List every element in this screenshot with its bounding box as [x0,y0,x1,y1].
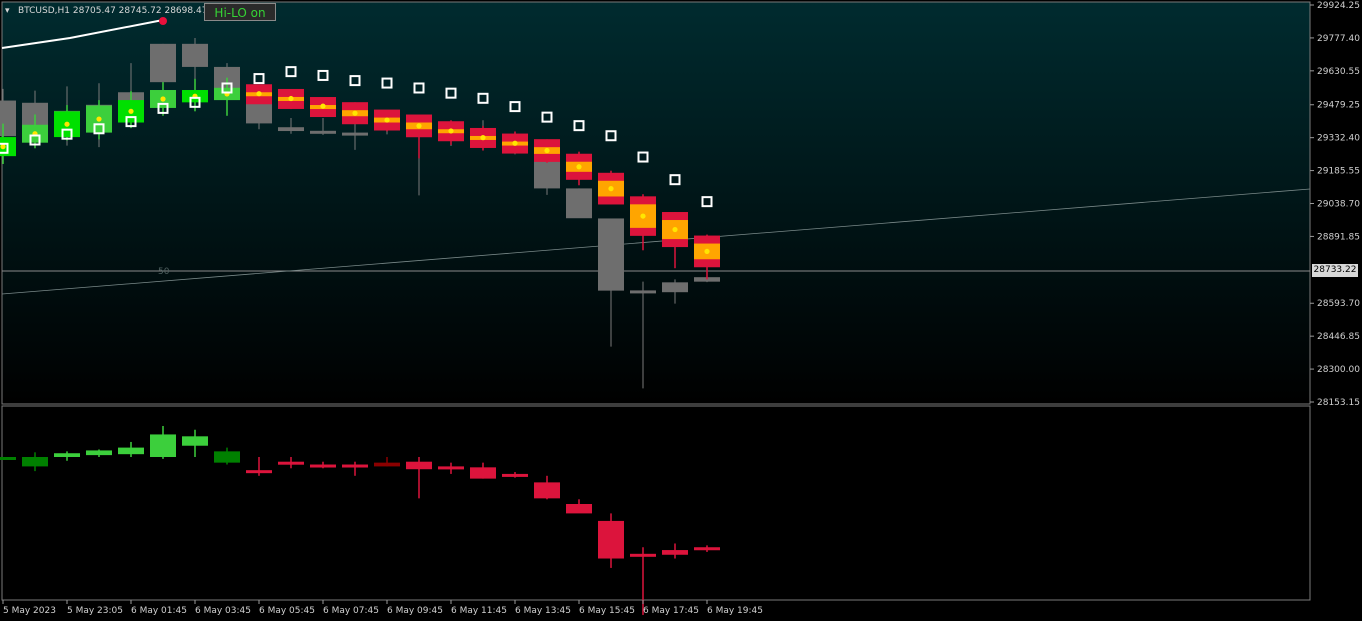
oscillator-bar [150,434,176,457]
oscillator-bar [630,553,656,557]
price-axis-label: 28891.85 [1317,232,1360,242]
price-candle [310,130,336,134]
time-axis-label: 6 May 15:45 [579,606,635,616]
time-axis-label: 6 May 17:45 [643,606,699,616]
ha-midpoint-dot [416,123,422,129]
time-axis: 5 May 2023 5 May 23:05 6 May 01:45 6 May 03… [2,600,763,616]
ha-midpoint-dot [352,110,358,116]
time-axis-label: 6 May 05:45 [259,606,315,616]
price-axis: 29924.25 29777.40 29630.55 29479.25 29332.40… [1310,1,1360,408]
oscillator-bar [694,547,720,551]
ha-midpoint-dot [320,103,326,109]
trading-chart[interactable]: 29924.25 29777.40 29630.55 29479.25 29332.40… [0,0,1362,621]
price-candle [598,218,624,291]
time-axis-label: 6 May 07:45 [323,606,379,616]
ha-midpoint-dot [608,186,614,192]
price-axis-label: 28446.85 [1317,332,1360,342]
oscillator-bar [566,504,592,514]
oscillator-bar [438,466,464,470]
oscillator-bar [22,457,48,467]
oscillator-bar [662,550,688,555]
symbol-header: BTCUSD,H1 28705.47 28745.72 28698.47 2 [18,6,216,16]
ha-midpoint-dot [704,248,710,255]
price-axis-label: 29185.55 [1317,167,1360,177]
oscillator-bar [502,473,528,477]
oscillator-bar [278,461,304,465]
ha-midpoint-dot [640,213,646,219]
oscillator-bar [374,462,400,467]
time-axis-label: 6 May 19:45 [707,606,763,616]
time-axis-label: 5 May 23:05 [67,606,123,616]
oscillator-bar [54,453,80,457]
price-candle [630,290,656,294]
price-axis-label: 29332.40 [1317,134,1360,144]
ha-midpoint-dot [672,226,678,233]
hilo-toggle-button[interactable]: Hi-LO on [204,3,276,21]
oscillator-bar [214,451,240,463]
time-axis-label: 5 May 2023 [3,606,56,616]
hilo-marker-dot [159,17,167,25]
ha-midpoint-dot [448,128,454,134]
price-candle [566,188,592,219]
price-axis-label: 29479.25 [1317,101,1360,111]
ha-midpoint-dot [96,116,102,122]
time-axis-label: 6 May 09:45 [387,606,443,616]
ha-midpoint-dot [64,121,70,127]
price-axis-label: 29924.25 [1317,1,1360,11]
ha-midpoint-dot [256,91,262,97]
ha-midpoint-dot [544,147,550,154]
price-axis-label: 29630.55 [1317,67,1360,77]
oscillator-bar [310,464,336,468]
price-axis-label: 29038.70 [1317,200,1360,210]
ha-midpoint-dot [576,164,582,170]
ha-midpoint-dot [480,135,486,141]
time-axis-label: 6 May 03:45 [195,606,251,616]
price-candle [278,127,304,132]
price-axis-label: 29777.40 [1317,34,1360,44]
ha-midpoint-dot [384,117,390,123]
price-axis-label: 28153.15 [1317,398,1360,408]
ha-midpoint-dot [160,96,166,102]
ha-midpoint-dot [512,140,518,146]
ha-midpoint-dot [128,108,134,114]
time-axis-label: 6 May 01:45 [131,606,187,616]
oscillator-bar [406,461,432,470]
price-axis-label: 28593.70 [1317,299,1360,309]
chart-menu-glyph[interactable]: ▾ [5,6,10,16]
time-axis-label: 6 May 11:45 [451,606,507,616]
oscillator-panel-background [1,405,1311,601]
current-price-badge: 28733.22 [1312,264,1358,277]
price-candle [182,43,208,67]
oscillator-bar [246,470,272,474]
oscillator-bar [118,447,144,455]
price-candle [662,282,688,293]
oscillator-bar [342,464,368,468]
oscillator-bar [470,467,496,479]
price-candle [150,43,176,83]
level-label: 50 [158,267,170,277]
oscillator-bar [598,520,624,559]
price-candle [342,132,368,136]
oscillator-bar [182,436,208,446]
ha-midpoint-dot [288,95,294,102]
time-axis-label: 6 May 13:45 [515,606,571,616]
price-axis-label: 28300.00 [1317,365,1360,375]
oscillator-bar [86,450,112,456]
oscillator-bar [0,457,16,460]
oscillator-bar [534,482,560,499]
